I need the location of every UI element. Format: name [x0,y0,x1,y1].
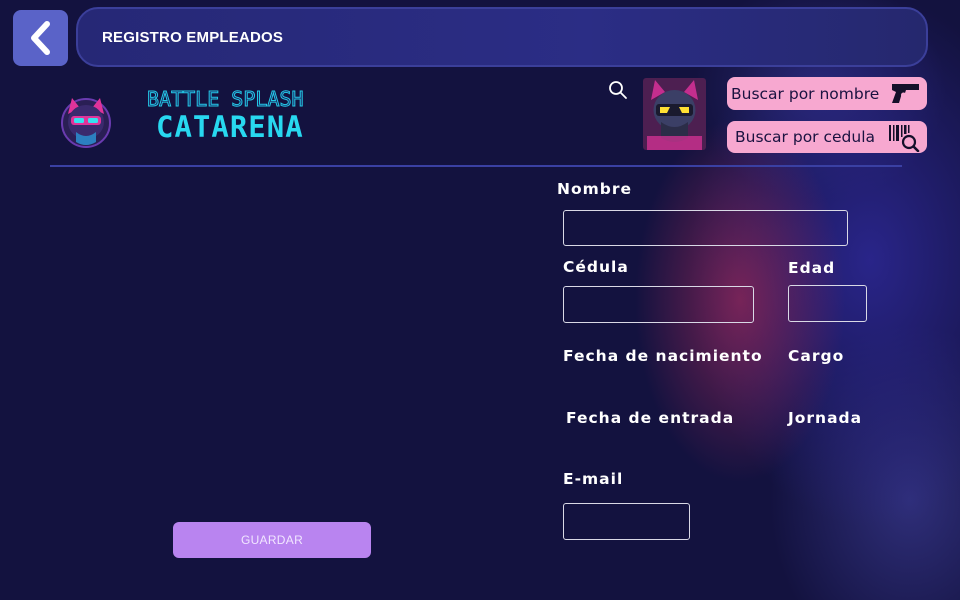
page-title: REGISTRO EMPLEADOS [102,28,284,46]
nombre-field[interactable] [563,210,848,246]
brand-subtitle: BATTLE SPLASH [147,87,305,112]
cargo-label: Cargo [788,347,845,365]
header-divider [50,165,902,167]
barcode-search-icon [889,125,920,152]
search-by-name-button[interactable]: Buscar por nombre [727,77,927,110]
nombre-label: Nombre [557,180,633,198]
fecha-entrada-label: Fecha de entrada [566,409,735,427]
edad-label: Edad [788,259,836,277]
email-label: E-mail [563,470,624,488]
chevron-left-icon [30,21,50,55]
search-by-id-label: Buscar por cedula [735,128,875,146]
header-bar: REGISTRO EMPLEADOS [76,7,928,67]
jornada-label: Jornada [788,409,863,427]
cedula-field[interactable] [563,286,754,323]
edad-field[interactable] [788,285,867,322]
search-icon[interactable] [608,80,628,100]
search-by-name-label: Buscar por nombre [731,84,880,103]
back-button[interactable] [13,10,68,66]
logo-icon [61,98,111,148]
fecha-nacimiento-label: Fecha de nacimiento [563,347,763,365]
brand-title: CATARENA [156,110,304,144]
search-by-id-button[interactable]: Buscar por cedula [727,121,927,153]
cedula-label: Cédula [563,258,629,276]
save-button[interactable]: GUARDAR [173,522,371,558]
pistol-icon [892,84,919,103]
email-field[interactable] [563,503,690,540]
avatar [643,78,706,150]
